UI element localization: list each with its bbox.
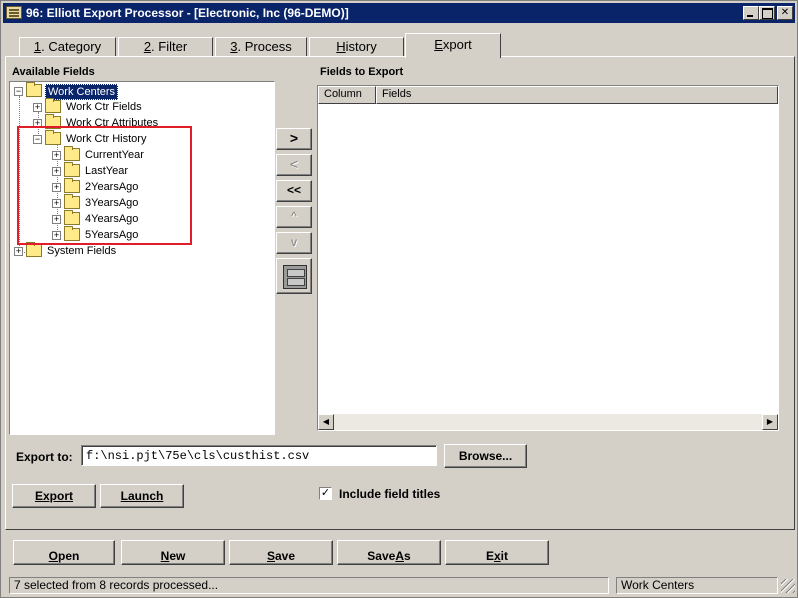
folder-icon (26, 242, 42, 257)
scroll-right-icon[interactable]: ▶ (762, 414, 778, 430)
minimize-button[interactable] (743, 6, 759, 20)
expand-toggle[interactable]: + (52, 215, 61, 224)
tree-node-5-years-ago[interactable]: + 5YearsAgo (52, 226, 252, 243)
expand-toggle[interactable]: + (52, 151, 61, 160)
expand-toggle[interactable]: + (14, 247, 23, 256)
status-message: 7 selected from 8 records processed... (9, 577, 609, 594)
launch-button[interactable]: Launch (100, 484, 184, 508)
folder-icon (45, 130, 61, 145)
export-path-input[interactable]: f:\nsi.pjt\75e\cls\custhist.csv (81, 445, 437, 466)
folder-icon (45, 114, 61, 129)
add-field-button[interactable]: > (276, 128, 312, 150)
resize-grip-icon[interactable] (781, 579, 795, 593)
available-fields-label: Available Fields (12, 66, 95, 78)
folder-icon (26, 82, 42, 97)
move-down-button[interactable]: v (276, 232, 312, 254)
column-header-fields[interactable]: Fields (376, 86, 778, 104)
expand-toggle[interactable]: + (52, 231, 61, 240)
save-as-button[interactable]: Save As (337, 540, 441, 565)
folder-icon (64, 146, 80, 161)
available-fields-tree[interactable]: − Work Centers + Work Ctr Fields + Work … (9, 81, 275, 435)
folder-icon (45, 98, 61, 113)
tab-export[interactable]: Export (405, 33, 501, 58)
export-to-label: Export to: (16, 450, 73, 464)
tree-connector (19, 96, 20, 252)
folder-icon (64, 226, 80, 241)
browse-button[interactable]: Browse... (444, 444, 527, 468)
open-button[interactable]: Open (13, 540, 115, 565)
export-button[interactable]: Export (12, 484, 96, 508)
fields-to-export-list[interactable]: Column Fields ◀ ▶ (317, 85, 779, 431)
tree-node-last-year[interactable]: + LastYear (52, 162, 252, 179)
status-context: Work Centers (616, 577, 778, 594)
maximize-button[interactable] (759, 6, 775, 20)
expand-toggle[interactable]: + (52, 199, 61, 208)
expand-toggle[interactable]: + (52, 167, 61, 176)
scroll-left-icon[interactable]: ◀ (318, 414, 334, 430)
collapse-toggle[interactable]: − (33, 135, 42, 144)
expand-toggle[interactable]: + (33, 119, 42, 128)
tab-filter[interactable]: 2. Filter (118, 37, 213, 57)
tree-node-3-years-ago[interactable]: + 3YearsAgo (52, 194, 252, 211)
save-button[interactable]: Save (229, 540, 333, 565)
remove-field-button[interactable]: < (276, 154, 312, 176)
collapse-toggle[interactable]: − (14, 87, 23, 96)
tree-node-work-ctr-attributes[interactable]: + Work Ctr Attributes (33, 114, 253, 131)
include-field-titles-checkbox[interactable]: ✓ (319, 487, 332, 500)
move-up-button[interactable]: ^ (276, 206, 312, 228)
filing-cabinet-icon (283, 265, 307, 289)
field-library-button[interactable] (276, 258, 312, 294)
include-field-titles-label: Include field titles (339, 487, 441, 501)
tab-process[interactable]: 3. Process (215, 37, 307, 57)
horizontal-scrollbar[interactable]: ◀ ▶ (318, 414, 778, 430)
export-document-icon (6, 6, 22, 19)
remove-all-button[interactable]: << (276, 180, 312, 202)
folder-icon (64, 178, 80, 193)
tree-node-system-fields[interactable]: + System Fields (14, 242, 214, 259)
exit-button[interactable]: Exit (445, 540, 549, 565)
folder-icon (64, 194, 80, 209)
tab-category[interactable]: 1. Category (19, 37, 116, 57)
expand-toggle[interactable]: + (33, 103, 42, 112)
tree-node-current-year[interactable]: + CurrentYear (52, 146, 252, 163)
new-button[interactable]: New (121, 540, 225, 565)
tree-node-work-ctr-fields[interactable]: + Work Ctr Fields (33, 98, 253, 115)
column-header-column[interactable]: Column (318, 86, 376, 104)
tree-node-4-years-ago[interactable]: + 4YearsAgo (52, 210, 252, 227)
close-button[interactable] (777, 6, 793, 20)
expand-toggle[interactable]: + (52, 183, 61, 192)
tree-node-2-years-ago[interactable]: + 2YearsAgo (52, 178, 252, 195)
folder-icon (64, 210, 80, 225)
tab-history[interactable]: History (309, 37, 404, 57)
tree-node-work-ctr-history[interactable]: − Work Ctr History (33, 130, 253, 147)
title-bar[interactable]: 96: Elliott Export Processor - [Electron… (3, 3, 795, 23)
window-title: 96: Elliott Export Processor - [Electron… (26, 6, 349, 20)
export-processor-window: 96: Elliott Export Processor - [Electron… (0, 0, 798, 598)
tree-node-work-centers[interactable]: − Work Centers (14, 82, 214, 100)
fields-to-export-label: Fields to Export (320, 66, 404, 78)
folder-icon (64, 162, 80, 177)
